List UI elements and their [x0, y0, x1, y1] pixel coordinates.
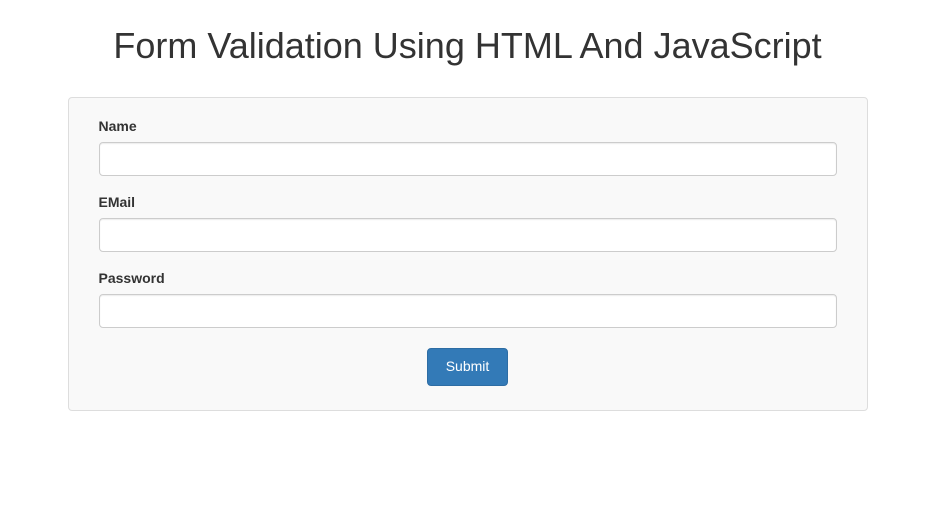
password-label: Password [99, 270, 837, 286]
page-title: Form Validation Using HTML And JavaScrip… [68, 25, 868, 67]
submit-row: Submit [99, 348, 837, 386]
password-input[interactable] [99, 294, 837, 328]
email-input[interactable] [99, 218, 837, 252]
form-panel: Name EMail Password Submit [68, 97, 868, 411]
name-label: Name [99, 118, 837, 134]
form-group-name: Name [99, 118, 837, 176]
form-group-email: EMail [99, 194, 837, 252]
form-group-password: Password [99, 270, 837, 328]
email-label: EMail [99, 194, 837, 210]
name-input[interactable] [99, 142, 837, 176]
submit-button[interactable]: Submit [427, 348, 509, 386]
